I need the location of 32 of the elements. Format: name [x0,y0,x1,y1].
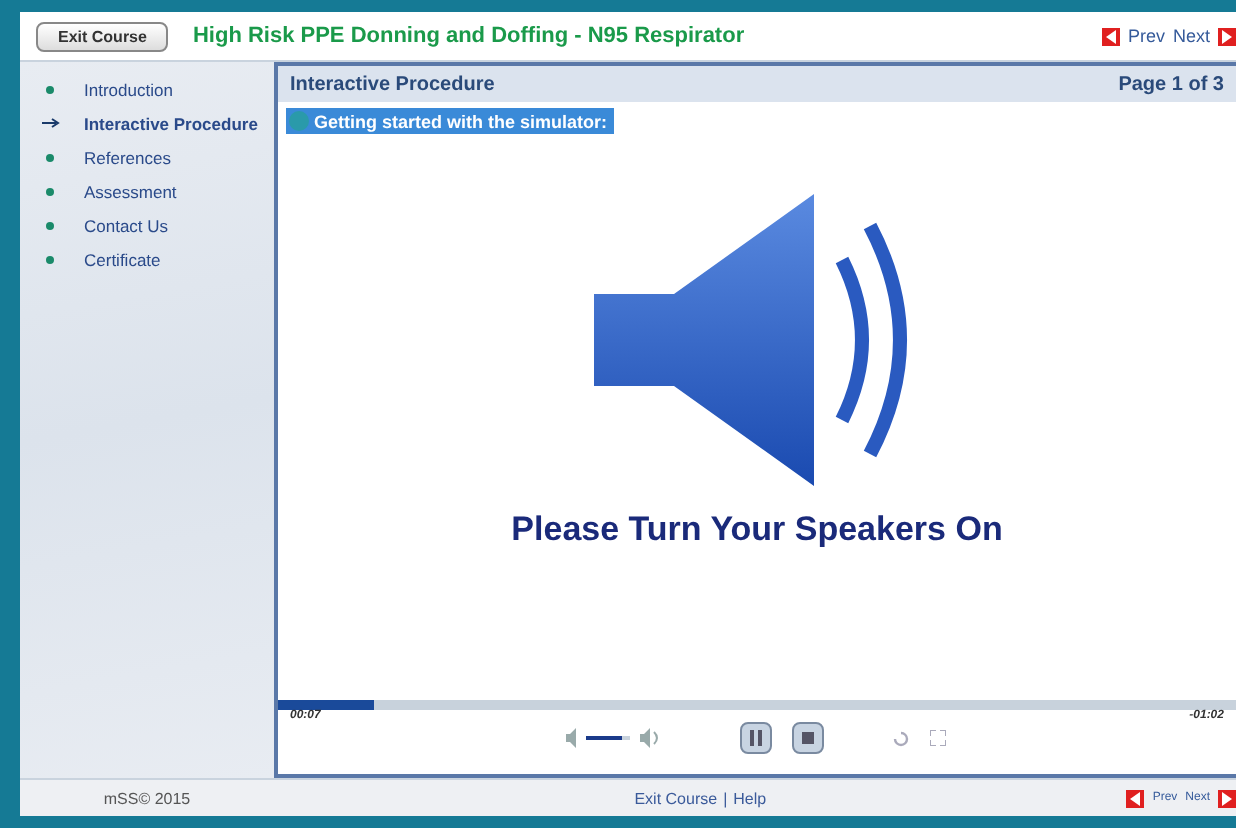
bullet-icon [46,221,54,229]
stop-button[interactable] [791,722,823,754]
next-link[interactable]: Next [1172,26,1210,46]
link-separator: | [723,789,728,807]
stop-icon [801,732,813,744]
course-title: High Risk PPE Donning and Doffing - N95 Respirator [192,24,747,48]
page-counter: Page 1 of 3 [1118,73,1224,95]
prev-link[interactable]: Prev [1127,26,1165,46]
sidebar-item[interactable]: Contact Us [20,210,274,240]
sidebar-item[interactable]: Introduction [20,74,274,104]
panel-title: Interactive Procedure [290,73,495,95]
copyright-text: mSS© 2015 [101,789,193,807]
sidebar-item[interactable]: Certificate [20,244,274,274]
bullet-icon [46,255,54,263]
bullet-icon [46,187,54,195]
progress-track[interactable] [278,700,1236,710]
footer-link[interactable]: Help [733,789,767,807]
caption-text: Getting started with the simulator: [314,111,608,131]
arrow-icon [41,118,59,128]
next-arrow-icon [1218,789,1236,807]
exit-course-button[interactable]: Exit Course [36,21,169,51]
sidebar-item[interactable]: References [20,142,274,172]
bullet-icon [46,85,54,93]
prev-arrow-icon [1126,789,1145,807]
sidebar-item[interactable]: Assessment [20,176,274,206]
pause-icon [747,730,763,746]
prev-arrow-icon [1101,27,1120,45]
pause-button[interactable] [739,722,771,754]
bullet-icon [46,153,54,161]
sidebar-item[interactable]: Interactive Procedure [20,108,274,138]
footer-link[interactable]: Exit Course [634,789,718,807]
speaker-message: Please Turn Your Speakers On [511,510,1003,550]
